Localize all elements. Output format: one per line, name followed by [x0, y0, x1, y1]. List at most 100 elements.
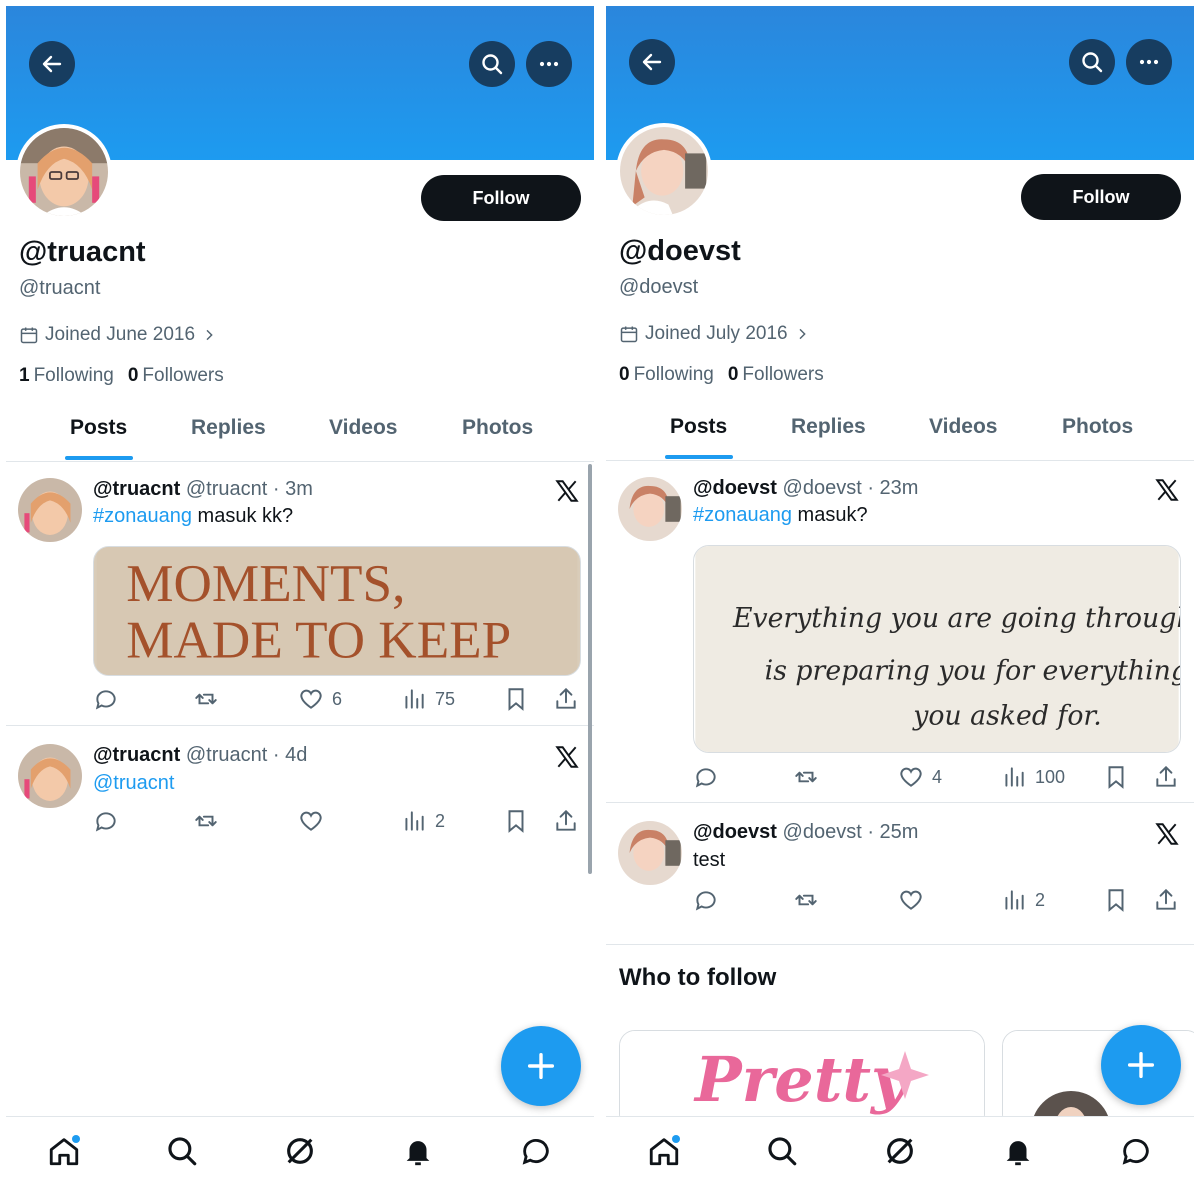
views-button[interactable]: 100: [1001, 764, 1065, 790]
bookmark-button[interactable]: [503, 808, 529, 834]
view-count: 2: [1035, 889, 1046, 910]
search-icon: [768, 1137, 797, 1166]
views-button[interactable]: 2: [401, 808, 445, 834]
post-mention[interactable]: @truacnt: [93, 772, 174, 794]
post-image[interactable]: Everything you are going through is prep…: [693, 545, 1181, 753]
followers-label: Followers: [742, 364, 824, 385]
reply-button[interactable]: [93, 686, 119, 712]
post-image[interactable]: MOMENTS, MADE TO KEEP: [93, 546, 581, 676]
nav-home[interactable]: [44, 1131, 84, 1171]
post-item[interactable]: @truacnt @truacnt · 4d @truacnt 2: [6, 726, 594, 836]
share-button[interactable]: [1153, 764, 1179, 790]
bookmark-icon: [508, 810, 524, 833]
profile-avatar[interactable]: [16, 124, 112, 220]
post-username[interactable]: @truacnt: [93, 478, 180, 500]
post-username[interactable]: @doevst: [693, 821, 777, 843]
more-button[interactable]: [526, 41, 572, 87]
x-logo-icon[interactable]: [554, 478, 580, 504]
like-button[interactable]: 6: [298, 686, 342, 712]
share-button[interactable]: [553, 808, 579, 834]
repost-button[interactable]: [193, 686, 219, 712]
tab-replies[interactable]: Replies: [191, 416, 266, 440]
reply-button[interactable]: [693, 764, 719, 790]
follow-counts: 1 Following 0 Followers: [19, 365, 224, 387]
post-hashtag[interactable]: #zonauang: [693, 504, 792, 526]
bookmark-button[interactable]: [1103, 887, 1129, 913]
like-button[interactable]: 4: [898, 764, 942, 790]
display-name: @truacnt: [19, 236, 146, 268]
post-item[interactable]: @truacnt @truacnt · 3m #zonauang masuk k…: [6, 464, 594, 726]
x-logo-icon[interactable]: [1154, 821, 1180, 847]
post-item[interactable]: @doevst @doevst · 25m test 2: [606, 803, 1194, 945]
nav-search[interactable]: [162, 1131, 202, 1171]
follow-button[interactable]: Follow: [1021, 174, 1181, 220]
repost-button[interactable]: [793, 764, 819, 790]
post-header: @truacnt @truacnt · 3m: [93, 478, 313, 501]
bookmark-button[interactable]: [1103, 764, 1129, 790]
like-button[interactable]: [898, 887, 924, 913]
repost-button[interactable]: [193, 808, 219, 834]
reply-button[interactable]: [93, 808, 119, 834]
follow-button[interactable]: Follow: [421, 175, 581, 221]
joined-text: Joined June 2016: [45, 324, 196, 345]
x-logo-icon[interactable]: [1154, 477, 1180, 503]
compose-button[interactable]: [1101, 1025, 1181, 1105]
profile-avatar[interactable]: [616, 123, 712, 219]
followers-link[interactable]: 0 Followers: [128, 365, 224, 387]
back-button[interactable]: [29, 41, 75, 87]
post-username[interactable]: @truacnt: [93, 744, 180, 766]
post-avatar[interactable]: [618, 821, 682, 885]
joined-date[interactable]: Joined June 2016: [19, 324, 217, 346]
like-button[interactable]: [298, 808, 324, 834]
post-avatar[interactable]: [18, 478, 82, 542]
scrollbar[interactable]: [588, 464, 592, 874]
post-avatar[interactable]: [18, 744, 82, 808]
nav-messages[interactable]: [1116, 1131, 1156, 1171]
following-link[interactable]: 0 Following: [619, 364, 714, 386]
nav-messages[interactable]: [516, 1131, 556, 1171]
post-hashtag[interactable]: #zonauang: [93, 505, 192, 527]
x-logo-icon[interactable]: [554, 744, 580, 770]
tab-replies[interactable]: Replies: [791, 415, 866, 439]
repost-button[interactable]: [793, 887, 819, 913]
suggestion-card[interactable]: Pretty: [619, 1030, 985, 1130]
joined-date[interactable]: Joined July 2016: [619, 323, 810, 345]
search-icon: [1082, 52, 1103, 73]
nav-search[interactable]: [762, 1131, 802, 1171]
nav-notifications[interactable]: [998, 1131, 1038, 1171]
views-button[interactable]: 2: [1001, 887, 1045, 913]
more-button[interactable]: [1126, 39, 1172, 85]
compose-button[interactable]: [501, 1026, 581, 1106]
post-header: @doevst @doevst · 25m: [693, 821, 918, 844]
reply-button[interactable]: [693, 887, 719, 913]
tab-posts[interactable]: Posts: [70, 416, 127, 440]
notification-dot: [672, 1135, 680, 1143]
search-icon: [168, 1137, 197, 1166]
nav-grok[interactable]: [880, 1131, 920, 1171]
share-button[interactable]: [553, 686, 579, 712]
tab-photos[interactable]: Photos: [1062, 415, 1133, 439]
post-avatar[interactable]: [618, 477, 682, 541]
post-actions: 2: [693, 887, 1183, 915]
tab-posts[interactable]: Posts: [670, 415, 727, 439]
post-meta: @doevst · 25m: [782, 821, 919, 843]
nav-home[interactable]: [644, 1131, 684, 1171]
nav-grok[interactable]: [280, 1131, 320, 1171]
following-link[interactable]: 1 Following: [19, 365, 114, 387]
post-item[interactable]: @doevst @doevst · 23m #zonauang masuk? E…: [606, 463, 1194, 803]
views-button[interactable]: 75: [401, 686, 455, 712]
search-button[interactable]: [469, 41, 515, 87]
search-button[interactable]: [1069, 39, 1115, 85]
share-button[interactable]: [1153, 887, 1179, 913]
tab-photos[interactable]: Photos: [462, 416, 533, 440]
bookmark-button[interactable]: [503, 686, 529, 712]
back-button[interactable]: [629, 39, 675, 85]
tab-videos[interactable]: Videos: [329, 416, 397, 440]
post-username[interactable]: @doevst: [693, 477, 777, 499]
bottom-navigation: [606, 1116, 1194, 1182]
nav-notifications[interactable]: [398, 1131, 438, 1171]
avatar-photo-icon: [18, 744, 82, 808]
followers-link[interactable]: 0 Followers: [728, 364, 824, 386]
tab-videos[interactable]: Videos: [929, 415, 997, 439]
chevron-right-icon: [799, 328, 806, 340]
